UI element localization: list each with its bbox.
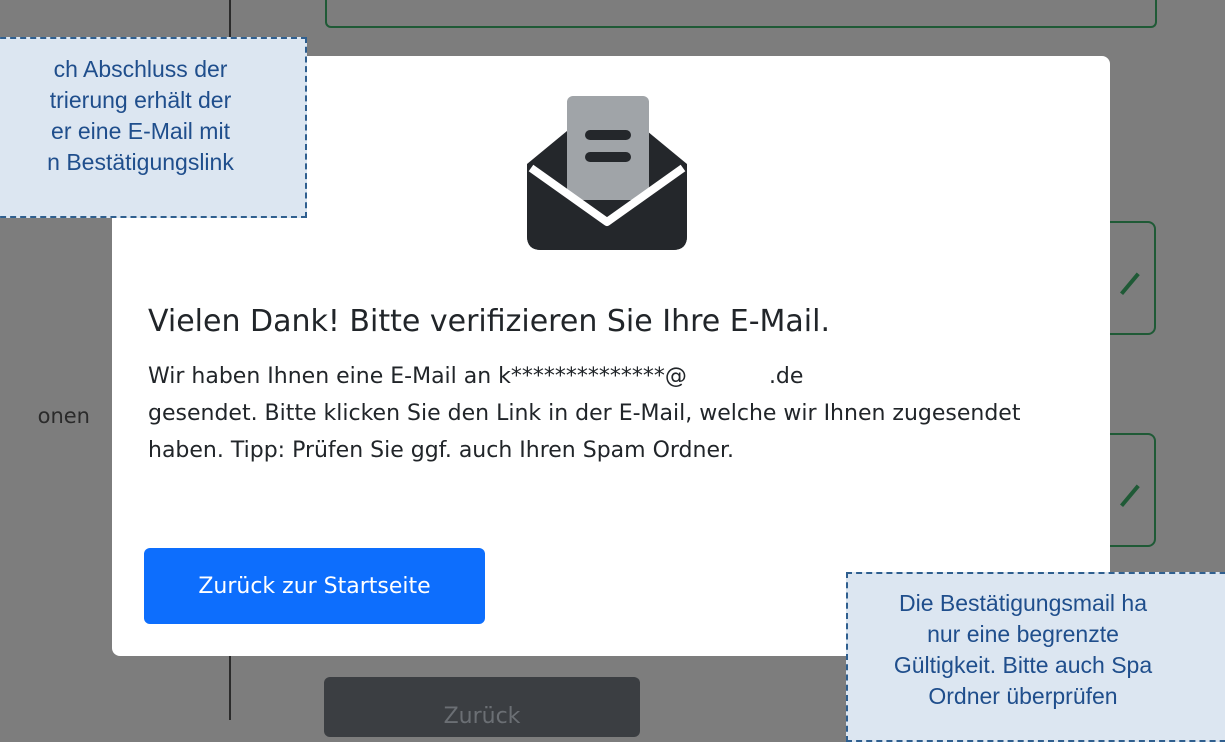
modal-message: Wir haben Ihnen eine E-Mail an k********… (148, 358, 1058, 469)
modal-title: Vielen Dank! Bitte verifizieren Sie Ihre… (148, 304, 831, 339)
envelope-open-icon (527, 96, 687, 250)
annotation-callout-registration: ch Abschluss der trierung erhält der er … (0, 37, 307, 218)
background-back-button: Zurück (324, 677, 640, 737)
background-input-box (325, 0, 1157, 28)
background-side-label: onen (37, 404, 90, 428)
annotation-text: ch Abschluss der trierung erhält der er … (47, 56, 234, 175)
check-icon (1106, 472, 1140, 508)
message-email-suffix: .de (768, 364, 804, 389)
check-icon (1106, 260, 1140, 296)
annotation-text: Die Bestätigungsmail ha nur eine begrenz… (893, 590, 1153, 709)
message-body: gesendet. Bitte klicken Sie den Link in … (148, 401, 1021, 463)
annotation-callout-validity: Die Bestätigungsmail ha nur eine begrenz… (846, 572, 1225, 742)
back-to-home-button[interactable]: Zurück zur Startseite (144, 548, 485, 624)
message-email-prefix: Wir haben Ihnen eine E-Mail an k********… (148, 364, 687, 389)
